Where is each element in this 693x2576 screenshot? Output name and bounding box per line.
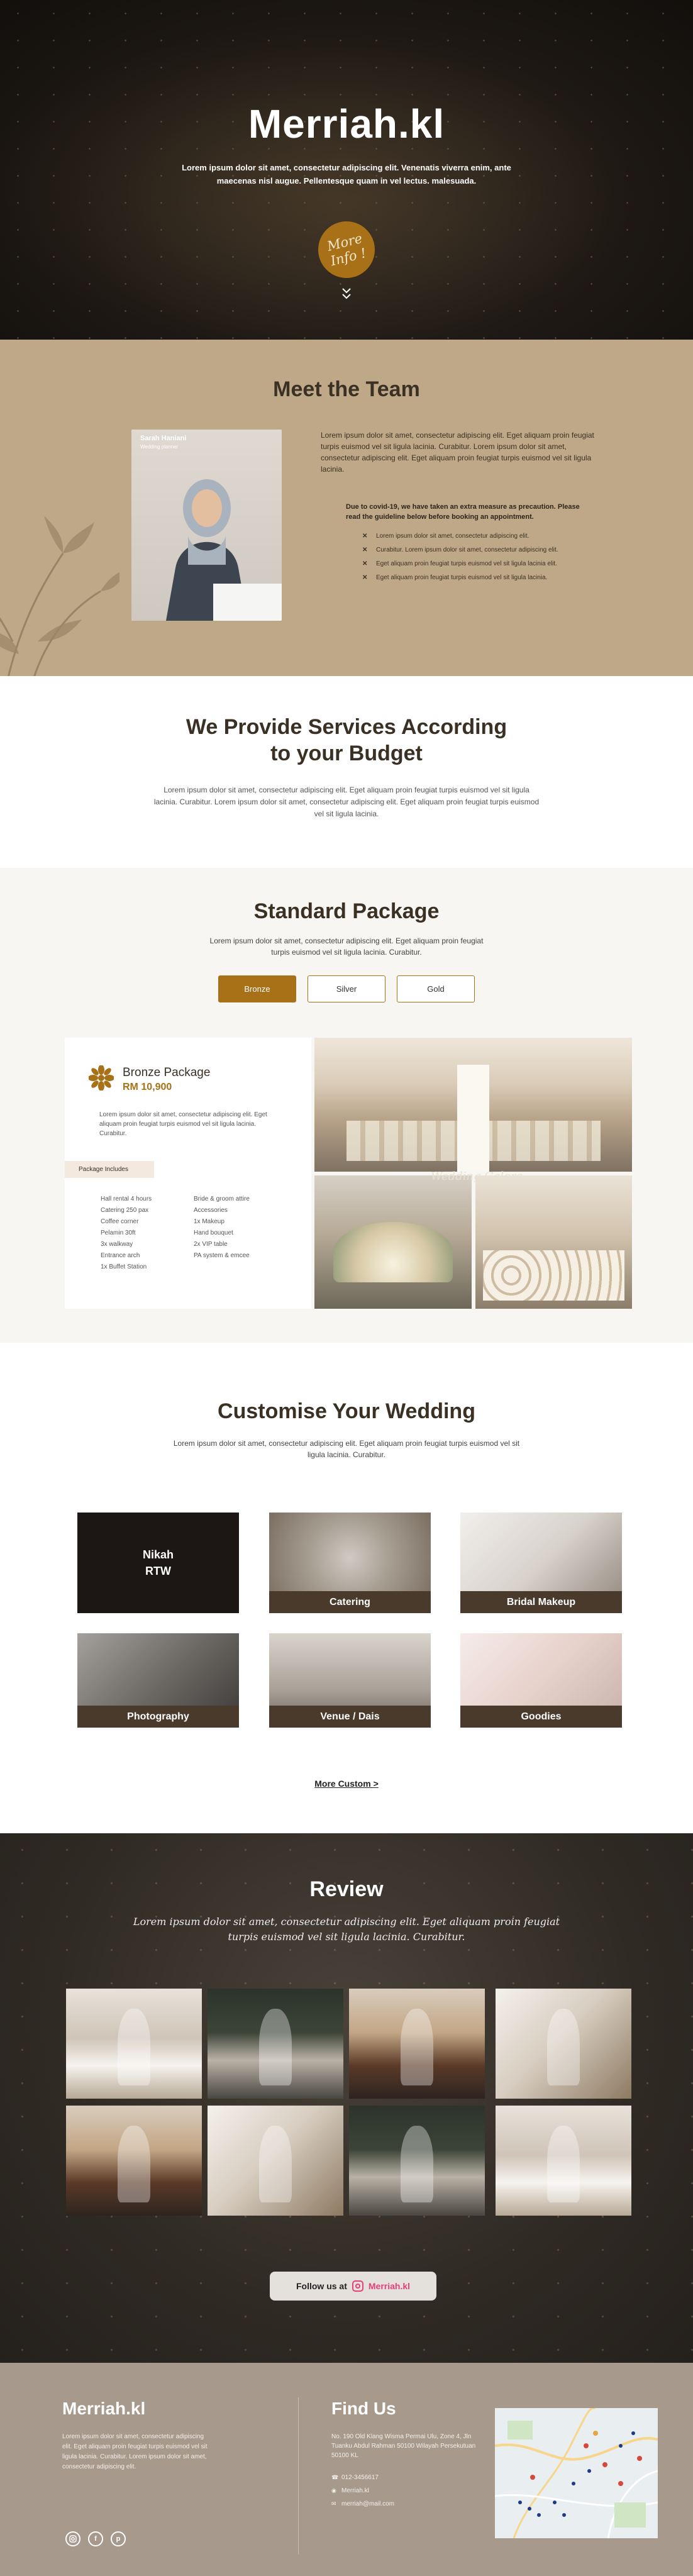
list-item: 1x Makeup xyxy=(194,1218,225,1225)
guideline-list: ✕ Lorem ipsum dolor sit amet, consectetur… xyxy=(362,531,570,587)
globe-icon: ◉ xyxy=(331,2487,336,2494)
list-item: Hand bouquet xyxy=(194,1230,233,1236)
guideline-item: ✕ Eget aliquam proin feugiat turpis euism… xyxy=(362,574,548,581)
lily-plant-illustration xyxy=(0,516,119,676)
list-item: 1x Buffet Station xyxy=(101,1263,147,1270)
services-paragraph: Lorem ipsum dolor sit amet, consectetur … xyxy=(153,786,540,818)
tile-photography[interactable]: Photography xyxy=(77,1633,239,1728)
review-quote: Lorem ipsum dolor sit amet, consectetur … xyxy=(133,1916,560,1943)
services-section: We Provide Services According to your Bu… xyxy=(0,676,693,868)
list-item: Hall rental 4 hours xyxy=(101,1196,152,1202)
guideline-item: ✕ Lorem ipsum dolor sit amet, consectetur… xyxy=(362,533,529,540)
list-item: 3x walkway xyxy=(101,1241,133,1248)
review-heading: Review xyxy=(309,1877,384,1901)
team-heading: Meet the Team xyxy=(273,377,420,401)
includes-list-left: Hall rental 4 hours Catering 250 pax Cof… xyxy=(101,1194,152,1273)
team-member-photo xyxy=(131,430,282,621)
includes-list-right: Bride & groom attire Accessories 1x Make… xyxy=(194,1194,250,1262)
phone-item[interactable]: ☎ 012-3456617 xyxy=(331,2471,394,2484)
guideline-item: ✕ Eget aliquam proin feugiat turpis euism… xyxy=(362,560,557,567)
tile-goodies[interactable]: Goodies xyxy=(460,1633,622,1728)
team-member-card: Sarah Haniani Wedding planner xyxy=(131,430,282,621)
package-card: Bronze Package RM 10,900 Lorem ipsum dol… xyxy=(65,1038,311,1309)
review-photo[interactable] xyxy=(496,2106,631,2216)
list-item: 2x VIP table xyxy=(194,1241,228,1248)
more-custom-link[interactable]: More Custom > xyxy=(0,1779,693,1789)
flower-icon xyxy=(88,1065,114,1091)
package-price: RM 10,900 xyxy=(123,1082,172,1092)
close-icon: ✕ xyxy=(362,533,368,540)
package-includes-label: Package Includes xyxy=(65,1161,154,1178)
package-intro: Lorem ipsum dolor sit amet, consectetur … xyxy=(209,936,484,957)
list-item: Pelamin 30ft xyxy=(101,1230,136,1236)
close-icon: ✕ xyxy=(362,560,368,567)
footer-brand: Merriah.kl xyxy=(62,2399,146,2418)
review-photo[interactable] xyxy=(349,2106,485,2216)
tile-bridal-makeup[interactable]: Bridal Makeup xyxy=(460,1513,622,1613)
review-photo[interactable] xyxy=(66,2106,202,2216)
list-item: Coffee corner xyxy=(101,1218,139,1225)
list-item: PA system & emcee xyxy=(194,1252,250,1259)
list-item: Entrance arch xyxy=(101,1252,140,1259)
social-links: f p xyxy=(65,2531,126,2546)
tile-venue-dais[interactable]: Venue / Dais xyxy=(269,1633,431,1728)
tab-silver[interactable]: Silver xyxy=(308,975,385,1002)
customise-section: Customise Your Wedding Lorem ipsum dolor… xyxy=(0,1343,693,1833)
site-title: Merriah.kl xyxy=(248,101,445,147)
package-heading: Standard Package xyxy=(253,899,440,923)
instagram-follow-button[interactable]: Follow us at Merriah.kl xyxy=(270,2272,436,2301)
review-photo[interactable] xyxy=(496,1989,631,2099)
footer: Merriah.kl Lorem ipsum dolor sit amet, c… xyxy=(0,2363,693,2576)
phone-icon: ☎ xyxy=(331,2474,339,2480)
review-photo[interactable] xyxy=(208,2106,343,2216)
footer-divider xyxy=(298,2397,299,2555)
team-paragraph: Lorem ipsum dolor sit amet, consectetur … xyxy=(321,431,594,474)
list-item: Catering 250 pax xyxy=(101,1207,149,1214)
services-heading: We Provide Services According to your Bu… xyxy=(186,715,507,765)
tab-bronze[interactable]: Bronze xyxy=(218,975,296,1002)
review-photo[interactable] xyxy=(208,1989,343,2099)
hall-photo xyxy=(314,1038,632,1172)
review-section: Review Lorem ipsum dolor sit amet, conse… xyxy=(0,1833,693,2363)
banquet-photo xyxy=(475,1175,632,1309)
instagram-icon xyxy=(352,2280,363,2292)
tile-nikah-rtw[interactable]: Nikah RTW xyxy=(77,1513,239,1613)
customise-heading: Customise Your Wedding xyxy=(218,1399,475,1423)
tile-catering[interactable]: Catering xyxy=(269,1513,431,1613)
guideline-item: ✕ Curabitur. Lorem ipsum dolor sit amet, … xyxy=(362,547,558,553)
double-chevron-down-icon[interactable] xyxy=(340,287,353,301)
review-photo[interactable] xyxy=(66,1989,202,2099)
footer-about: Lorem ipsum dolor sit amet, consectetur … xyxy=(62,2433,208,2470)
dais-photo xyxy=(314,1175,472,1309)
team-section: Meet the Team Sarah Haniani Wedding plan… xyxy=(0,340,693,676)
mail-icon: ✉ xyxy=(331,2501,336,2507)
package-description: Lorem ipsum dolor sit amet, consectetur … xyxy=(99,1111,267,1137)
close-icon: ✕ xyxy=(362,547,368,553)
close-icon: ✕ xyxy=(362,574,368,581)
covid-notice: Due to covid-19, we have taken an extra … xyxy=(346,503,580,521)
list-item: Accessories xyxy=(194,1207,228,1214)
website-item[interactable]: ◉ Merriah.kl xyxy=(331,2484,394,2497)
package-gallery: Wedding Galore xyxy=(314,1038,632,1309)
instagram-icon[interactable] xyxy=(65,2531,80,2546)
list-item: Bride & groom attire xyxy=(194,1196,250,1202)
package-tabs: Bronze Silver Gold xyxy=(0,975,693,1002)
package-section: Standard Package Lorem ipsum dolor sit a… xyxy=(0,868,693,1343)
facebook-icon[interactable]: f xyxy=(88,2531,103,2546)
tab-gold[interactable]: Gold xyxy=(397,975,475,1002)
team-member-name: Sarah Haniani xyxy=(140,435,187,442)
location-map[interactable] xyxy=(495,2408,658,2538)
package-name: Bronze Package xyxy=(123,1066,211,1079)
find-us-heading: Find Us xyxy=(331,2399,396,2418)
footer-contact-list: ☎ 012-3456617 ◉ Merriah.kl ✉ merriah@mail.c… xyxy=(331,2471,394,2511)
review-photo[interactable] xyxy=(349,1989,485,2099)
hero-subtitle: Lorem ipsum dolor sit amet, consectetur … xyxy=(182,163,511,186)
team-member-role: Wedding planner xyxy=(140,444,179,450)
hero-section: Merriah.kl Lorem ipsum dolor sit amet, c… xyxy=(0,0,693,340)
customise-intro: Lorem ipsum dolor sit amet, consectetur … xyxy=(173,1439,520,1459)
gallery-overlay-text: Wedding Galore xyxy=(431,1170,523,1183)
footer-address: No. 190 Old Klang Wisma Permai Ulu, Zone… xyxy=(331,2433,476,2459)
pinterest-icon[interactable]: p xyxy=(111,2531,126,2546)
email-item[interactable]: ✉ merriah@mail.com xyxy=(331,2497,394,2511)
